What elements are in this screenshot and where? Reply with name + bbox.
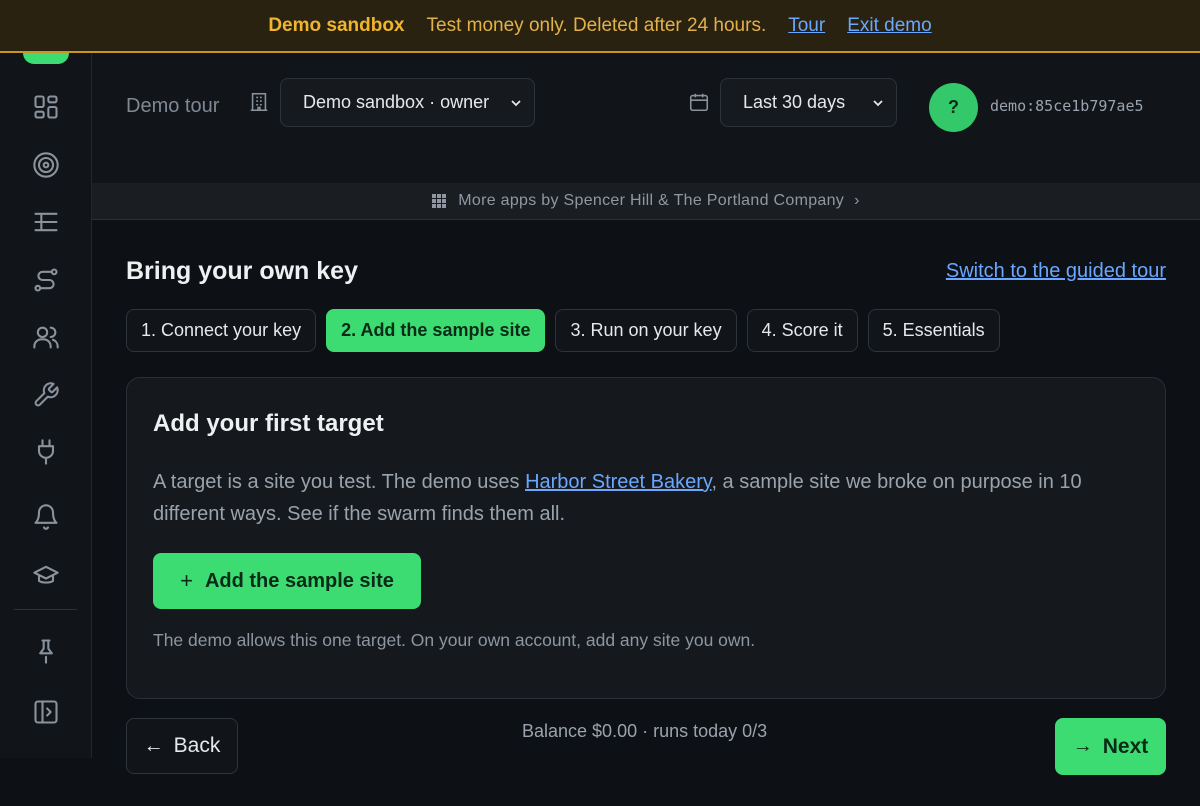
grid-icon (432, 194, 447, 208)
arrow-right-icon: → (1072, 735, 1093, 757)
route-icon[interactable] (30, 264, 62, 296)
step-run-on-key[interactable]: 3. Run on your key (555, 309, 737, 352)
card-description: A target is a site you test. The demo us… (153, 466, 1143, 530)
tour-link[interactable]: Tour (788, 15, 825, 37)
next-label: Next (1102, 734, 1149, 758)
wrench-icon[interactable] (30, 379, 62, 411)
back-label: Back (173, 734, 221, 757)
building-icon (248, 91, 270, 113)
bell-icon[interactable] (30, 501, 62, 533)
calendar-icon (688, 91, 710, 113)
step-essentials[interactable]: 5. Essentials (867, 309, 1000, 352)
balance-status: Balance $0.00 · runs today 0/3 (522, 721, 768, 741)
pin-icon[interactable] (30, 635, 62, 667)
avatar[interactable]: ? (929, 83, 978, 132)
arrow-left-icon: ← (143, 734, 164, 757)
card-note: The demo allows this one target. On your… (153, 630, 756, 650)
date-range-select[interactable]: Last 30 days (720, 78, 897, 127)
target-icon[interactable] (30, 149, 62, 181)
chevron-down-icon (870, 95, 886, 111)
demo-banner: Demo sandbox Test money only. Deleted af… (0, 0, 1200, 53)
chevron-down-icon (508, 95, 524, 111)
guided-tour-link[interactable]: Switch to the guided tour (946, 260, 1166, 283)
more-apps-link[interactable]: More apps by Spencer Hill & The Portland… (92, 183, 1200, 220)
add-button-label: Add the sample site (204, 569, 394, 592)
next-button[interactable]: → Next (1055, 718, 1166, 775)
plus-icon: + (180, 568, 193, 593)
step-add-sample-site[interactable]: 2. Add the sample site (326, 309, 546, 352)
exit-demo-link[interactable]: Exit demo (847, 15, 931, 37)
step-score-it[interactable]: 4. Score it (746, 309, 858, 352)
sidebar (0, 53, 92, 758)
workspace-select-value: Demo sandbox · owner (303, 92, 490, 112)
date-range-value: Last 30 days (743, 92, 846, 112)
sample-site-link[interactable]: Harbor Street Bakery (525, 471, 711, 493)
back-button[interactable]: ← Back (126, 718, 238, 774)
workspace-select[interactable]: Demo sandbox · owner (280, 78, 535, 127)
desc-text-before: A target is a site you test. The demo us… (153, 471, 526, 493)
chevron-right-icon: › (854, 192, 860, 209)
step-connect-key[interactable]: 1. Connect your key (126, 309, 317, 352)
workspace-label: Demo tour (126, 95, 220, 117)
card-title: Add your first target (153, 410, 384, 437)
logo[interactable] (23, 53, 69, 64)
banner-message: Test money only. Deleted after 24 hours. (426, 14, 767, 36)
plug-icon[interactable] (30, 436, 62, 468)
more-apps-label: More apps by Spencer Hill & The Portland… (458, 192, 845, 209)
users-icon[interactable] (30, 321, 62, 353)
graduation-cap-icon[interactable] (30, 559, 62, 591)
page-title: Bring your own key (126, 257, 358, 285)
top-header: Demo tour Demo sandbox · owner Last 30 d… (92, 53, 1200, 183)
sign-out-icon[interactable] (30, 696, 62, 728)
add-sample-site-button[interactable]: + Add the sample site (153, 553, 421, 609)
banner-title: Demo sandbox (268, 14, 405, 36)
dashboard-icon[interactable] (30, 91, 62, 123)
list-tree-icon[interactable] (30, 206, 62, 238)
user-id: demo:85ce1b797ae5 (990, 97, 1144, 115)
add-target-card: Add your first target A target is a site… (126, 377, 1166, 699)
step-tabs: 1. Connect your key 2. Add the sample si… (126, 309, 1000, 352)
sidebar-divider (14, 609, 77, 610)
